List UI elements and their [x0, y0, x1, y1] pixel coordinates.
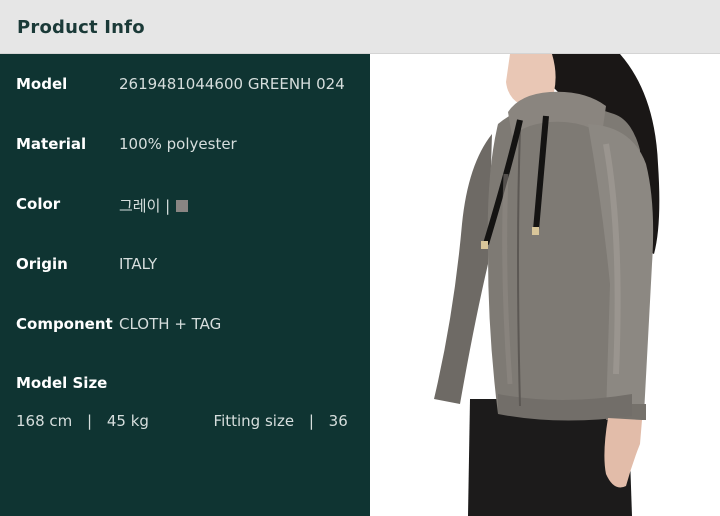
info-row-model: Model 2619481044600 GREENH 024: [0, 73, 370, 97]
page-title: Product Info: [17, 17, 145, 38]
color-value-wrap: 그레이 |: [119, 195, 189, 216]
drawstring-tip-left: [481, 241, 488, 249]
drawstring-tip-right: [532, 227, 539, 235]
origin-label: Origin: [16, 255, 68, 273]
fitting-size-label: Fitting size: [213, 412, 295, 430]
model-height: 168 cm: [16, 412, 73, 430]
model-wearing-jacket-image: [434, 54, 660, 516]
color-swatch: [176, 200, 189, 212]
header-bar: Product Info: [0, 0, 720, 54]
model-size-label: Model Size: [16, 374, 108, 392]
model-value: 2619481044600 GREENH 024: [119, 75, 345, 93]
fitting-size-value: 36: [328, 412, 348, 430]
size-separator: |: [87, 412, 93, 430]
model-label: Model: [16, 75, 68, 93]
model-size-line: 168 cm | 45 kg Fitting size | 36: [16, 412, 348, 430]
origin-value: ITALY: [119, 255, 158, 273]
material-value: 100% polyester: [119, 135, 237, 153]
component-value: CLOTH + TAG: [119, 315, 222, 333]
material-label: Material: [16, 135, 87, 153]
back-sleeve: [434, 134, 492, 404]
fitting-separator: |: [308, 412, 314, 430]
product-photo: [370, 54, 720, 516]
component-label: Component: [16, 315, 113, 333]
product-info-page: Product Info Model 2619481044600 GREENH …: [0, 0, 720, 516]
model-weight: 45 kg: [106, 412, 149, 430]
color-value: 그레이 |: [119, 197, 171, 215]
info-panel: Model 2619481044600 GREENH 024 Material …: [0, 54, 370, 516]
info-row-origin: Origin ITALY: [0, 253, 370, 277]
color-label: Color: [16, 195, 61, 213]
hand: [604, 418, 642, 488]
info-row-component: Component CLOTH + TAG: [0, 313, 370, 337]
info-row-material: Material 100% polyester: [0, 133, 370, 157]
info-row-color: Color 그레이 |: [0, 193, 370, 217]
